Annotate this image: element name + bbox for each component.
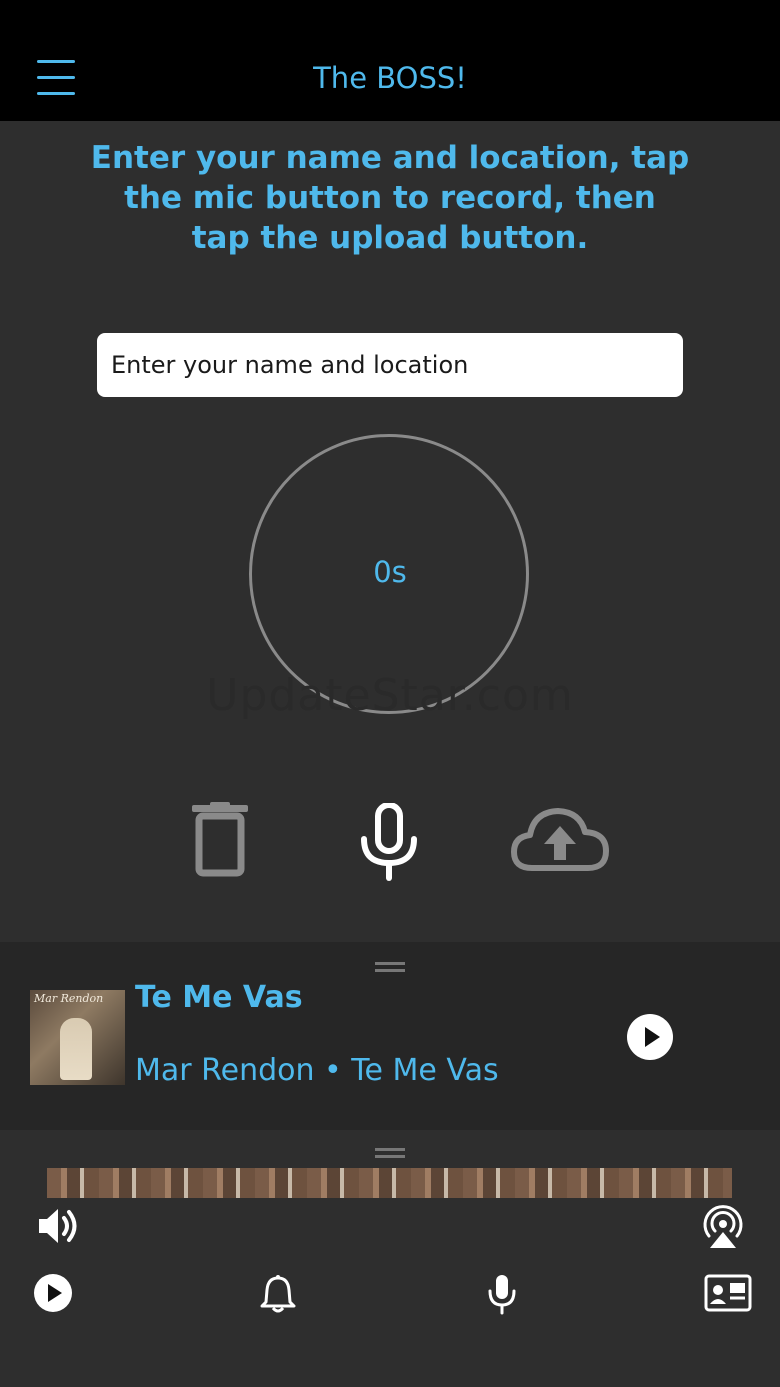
page-title: The BOSS! xyxy=(313,61,467,95)
record-timer: 0s xyxy=(373,555,407,589)
microphone-icon[interactable] xyxy=(358,803,420,881)
volume-icon[interactable] xyxy=(36,1204,82,1248)
microphone-icon[interactable] xyxy=(486,1273,518,1315)
airplay-icon[interactable] xyxy=(698,1202,748,1250)
track-artist-line: Mar Rendon • Te Me Vas xyxy=(135,1053,499,1088)
bell-icon[interactable] xyxy=(260,1274,296,1314)
top-bar: The BOSS! xyxy=(0,0,780,121)
artwork-strip xyxy=(47,1168,732,1198)
name-location-input[interactable] xyxy=(97,333,683,397)
album-art: Mar Rendon xyxy=(30,990,125,1085)
instructions-text: Enter your name and location, tap the mi… xyxy=(90,140,690,256)
bottom-drag-handle[interactable] xyxy=(375,1148,405,1158)
cloud-upload-icon[interactable] xyxy=(510,806,610,874)
contact-card-icon[interactable] xyxy=(704,1274,752,1312)
trash-icon[interactable] xyxy=(190,802,252,878)
now-playing-drag-handle[interactable] xyxy=(375,962,405,972)
album-art-signature: Mar Rendon xyxy=(34,992,104,1005)
track-title: Te Me Vas xyxy=(135,980,303,1015)
watermark: UpdateStar.com xyxy=(206,670,574,721)
play-icon[interactable] xyxy=(33,1273,73,1313)
play-icon[interactable] xyxy=(626,1013,674,1061)
